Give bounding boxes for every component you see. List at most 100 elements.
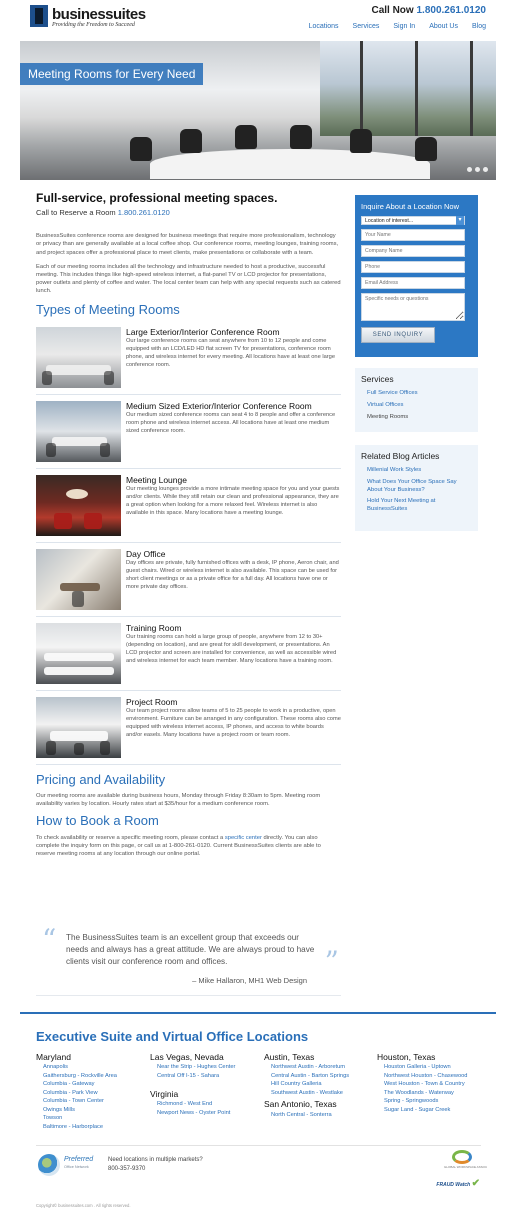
- pricing-heading: Pricing and Availability: [36, 771, 166, 787]
- workspace-association-logo[interactable]: GLOBAL WORKSPACE ASSOC: [444, 1150, 488, 1172]
- slider-dot[interactable]: [467, 167, 472, 172]
- call-to-reserve-number[interactable]: 1.800.261.0120: [118, 208, 170, 217]
- checkmark-icon: ✔: [471, 1178, 480, 1189]
- preferred-office-network-logo[interactable]: Preferred Office Network: [38, 1152, 98, 1178]
- blog-list: Millenial Work Styles What Does Your Off…: [361, 467, 472, 513]
- call-now-label: Call Now: [371, 5, 414, 16]
- region-list: Houston Galleria - Uptown Northwest Hous…: [377, 1063, 487, 1114]
- region-list: North Central - Sonterra: [264, 1111, 374, 1120]
- location-link[interactable]: Northwest Austin - Arboretum: [271, 1064, 345, 1070]
- hero-slider: Meeting Rooms for Every Need: [20, 41, 496, 180]
- location-link[interactable]: Spring - Springwoods: [384, 1098, 438, 1104]
- send-inquiry-button[interactable]: SEND INQUIRY: [361, 327, 435, 344]
- room-item: Medium Sized Exterior/Interior Conferenc…: [36, 400, 341, 469]
- location-link[interactable]: The Woodlands - Waterway: [384, 1090, 454, 1096]
- location-link[interactable]: Northwest Houston - Chasewood: [384, 1073, 467, 1079]
- fraud-watch-text: FRAUD Watch: [436, 1182, 471, 1188]
- slider-dots: [467, 167, 488, 172]
- room-title: Project Room: [126, 696, 178, 707]
- intro-paragraph: Each of our meeting rooms includes all t…: [36, 263, 341, 294]
- region-list: Annapolis Gaithersburg - Rockville Area …: [36, 1063, 146, 1131]
- location-link[interactable]: Baltimore - Harborplace: [43, 1124, 103, 1130]
- location-link[interactable]: Owings Mills: [43, 1107, 75, 1113]
- close-quote-icon: ”: [324, 945, 339, 978]
- location-link[interactable]: Central Off I-15 - Sahara: [157, 1073, 219, 1079]
- region-list: Near the Strip - Hughes Center Central O…: [150, 1063, 260, 1080]
- testimonial-attribution: – Mike Hallaron, MH1 Web Design: [192, 976, 307, 985]
- name-field[interactable]: [361, 229, 465, 242]
- types-heading: Types of Meeting Rooms: [36, 302, 180, 318]
- pricing-text: Our meeting rooms are available during b…: [36, 793, 321, 808]
- notes-field[interactable]: [361, 293, 465, 322]
- location-link[interactable]: North Central - Sonterra: [271, 1112, 332, 1118]
- hero-table: [150, 149, 430, 179]
- services-box: Services Full Service Offices Virtual Of…: [355, 368, 478, 432]
- blog-link[interactable]: Millenial Work Styles: [367, 467, 421, 473]
- location-link[interactable]: Richmond - West End: [157, 1101, 212, 1107]
- association-text: GLOBAL WORKSPACE ASSOC: [444, 1165, 488, 1169]
- room-title: Medium Sized Exterior/Interior Conferenc…: [126, 400, 312, 411]
- hero-window: [320, 41, 496, 136]
- pon-subtitle: Office Network: [64, 1165, 89, 1169]
- company-field[interactable]: [361, 245, 465, 258]
- blog-link[interactable]: What Does Your Office Space Say About Yo…: [367, 479, 457, 493]
- nav-about-us[interactable]: About Us: [429, 22, 458, 31]
- blog-item: What Does Your Office Space Say About Yo…: [361, 479, 472, 494]
- room-description: Our medium sized conference rooms can se…: [126, 411, 336, 434]
- room-item: Project Room Our team project rooms allo…: [36, 696, 341, 765]
- region-list: Richmond - West End Newport News - Oyste…: [150, 1100, 260, 1117]
- location-link[interactable]: Sugar Land - Sugar Creek: [384, 1107, 450, 1113]
- blog-item: Hold Your Next Meeting at BusinessSuites: [361, 498, 472, 513]
- location-link[interactable]: Southwest Austin - Westlake: [271, 1090, 343, 1096]
- location-link[interactable]: Gaithersburg - Rockville Area: [43, 1073, 117, 1079]
- region-list: Northwest Austin - Arboretum Central Aus…: [264, 1063, 374, 1097]
- call-to-reserve: Call to Reserve a Room 1.800.261.0120: [36, 208, 341, 218]
- room-description: Our team project rooms allow teams of 5 …: [126, 707, 341, 738]
- location-link[interactable]: Near the Strip - Hughes Center: [157, 1064, 235, 1070]
- location-link[interactable]: West Houston - Town & Country: [384, 1081, 465, 1087]
- room-photo: [36, 622, 121, 684]
- call-now-number[interactable]: 1.800.261.0120: [416, 5, 486, 16]
- service-link-full-service[interactable]: Full Service Offices: [367, 390, 418, 396]
- location-link[interactable]: Columbia - Town Center: [43, 1098, 104, 1104]
- location-link[interactable]: Annapolis: [43, 1064, 68, 1070]
- slider-dot[interactable]: [483, 167, 488, 172]
- location-link[interactable]: Houston Galleria - Uptown: [384, 1064, 451, 1070]
- page-title: Full-service, professional meeting space…: [36, 191, 278, 205]
- slider-dot[interactable]: [475, 167, 480, 172]
- room-description: Day offices are private, fully furnished…: [126, 559, 339, 590]
- multi-market-phone[interactable]: 800-357-9370: [108, 1165, 203, 1174]
- room-title: Meeting Lounge: [126, 474, 187, 485]
- book-text: To check availability or reserve a speci…: [36, 834, 341, 858]
- location-link[interactable]: Columbia - Park View: [43, 1090, 98, 1096]
- intro-paragraph: BusinessSuites conference rooms are desi…: [36, 233, 339, 256]
- service-link-virtual[interactable]: Virtual Offices: [367, 402, 403, 408]
- hero-caption: Meeting Rooms for Every Need: [20, 63, 204, 85]
- nav-sign-in[interactable]: Sign In: [393, 22, 415, 31]
- specific-center-link[interactable]: specific center: [225, 835, 262, 841]
- phone-field[interactable]: [361, 261, 465, 274]
- region-heading: Austin, Texas: [264, 1052, 315, 1062]
- locations-column: Austin, Texas Northwest Austin - Arboret…: [264, 1052, 374, 1119]
- network-globe-icon: [38, 1154, 60, 1176]
- location-select[interactable]: Location of interest...: [361, 216, 465, 226]
- association-ring-icon: [452, 1150, 472, 1164]
- email-field[interactable]: [361, 277, 465, 290]
- blog-heading: Related Blog Articles: [361, 451, 440, 461]
- blog-link[interactable]: Hold Your Next Meeting at BusinessSuites: [367, 498, 435, 512]
- room-photo: [36, 474, 121, 536]
- location-link[interactable]: Columbia - Gateway: [43, 1081, 95, 1087]
- location-link[interactable]: Hill Country Galleria: [271, 1081, 322, 1087]
- location-link[interactable]: Central Austin - Barton Springs: [271, 1073, 349, 1079]
- pon-wordmark: Preferred: [64, 1156, 94, 1163]
- main-content: Full-service, professional meeting space…: [36, 190, 341, 858]
- room-item: Meeting Lounge Our meeting lounges provi…: [36, 474, 341, 543]
- location-link[interactable]: Towson: [43, 1115, 62, 1121]
- nav-blog[interactable]: Blog: [472, 22, 486, 31]
- service-item: Full Service Offices: [361, 390, 472, 398]
- fraud-watch-badge[interactable]: FRAUD Watch ✔: [436, 1177, 480, 1191]
- location-link[interactable]: Newport News - Oyster Point: [157, 1110, 230, 1116]
- nav-services[interactable]: Services: [353, 22, 380, 31]
- room-description: Our training rooms can hold a large grou…: [126, 633, 337, 664]
- nav-locations[interactable]: Locations: [309, 22, 339, 31]
